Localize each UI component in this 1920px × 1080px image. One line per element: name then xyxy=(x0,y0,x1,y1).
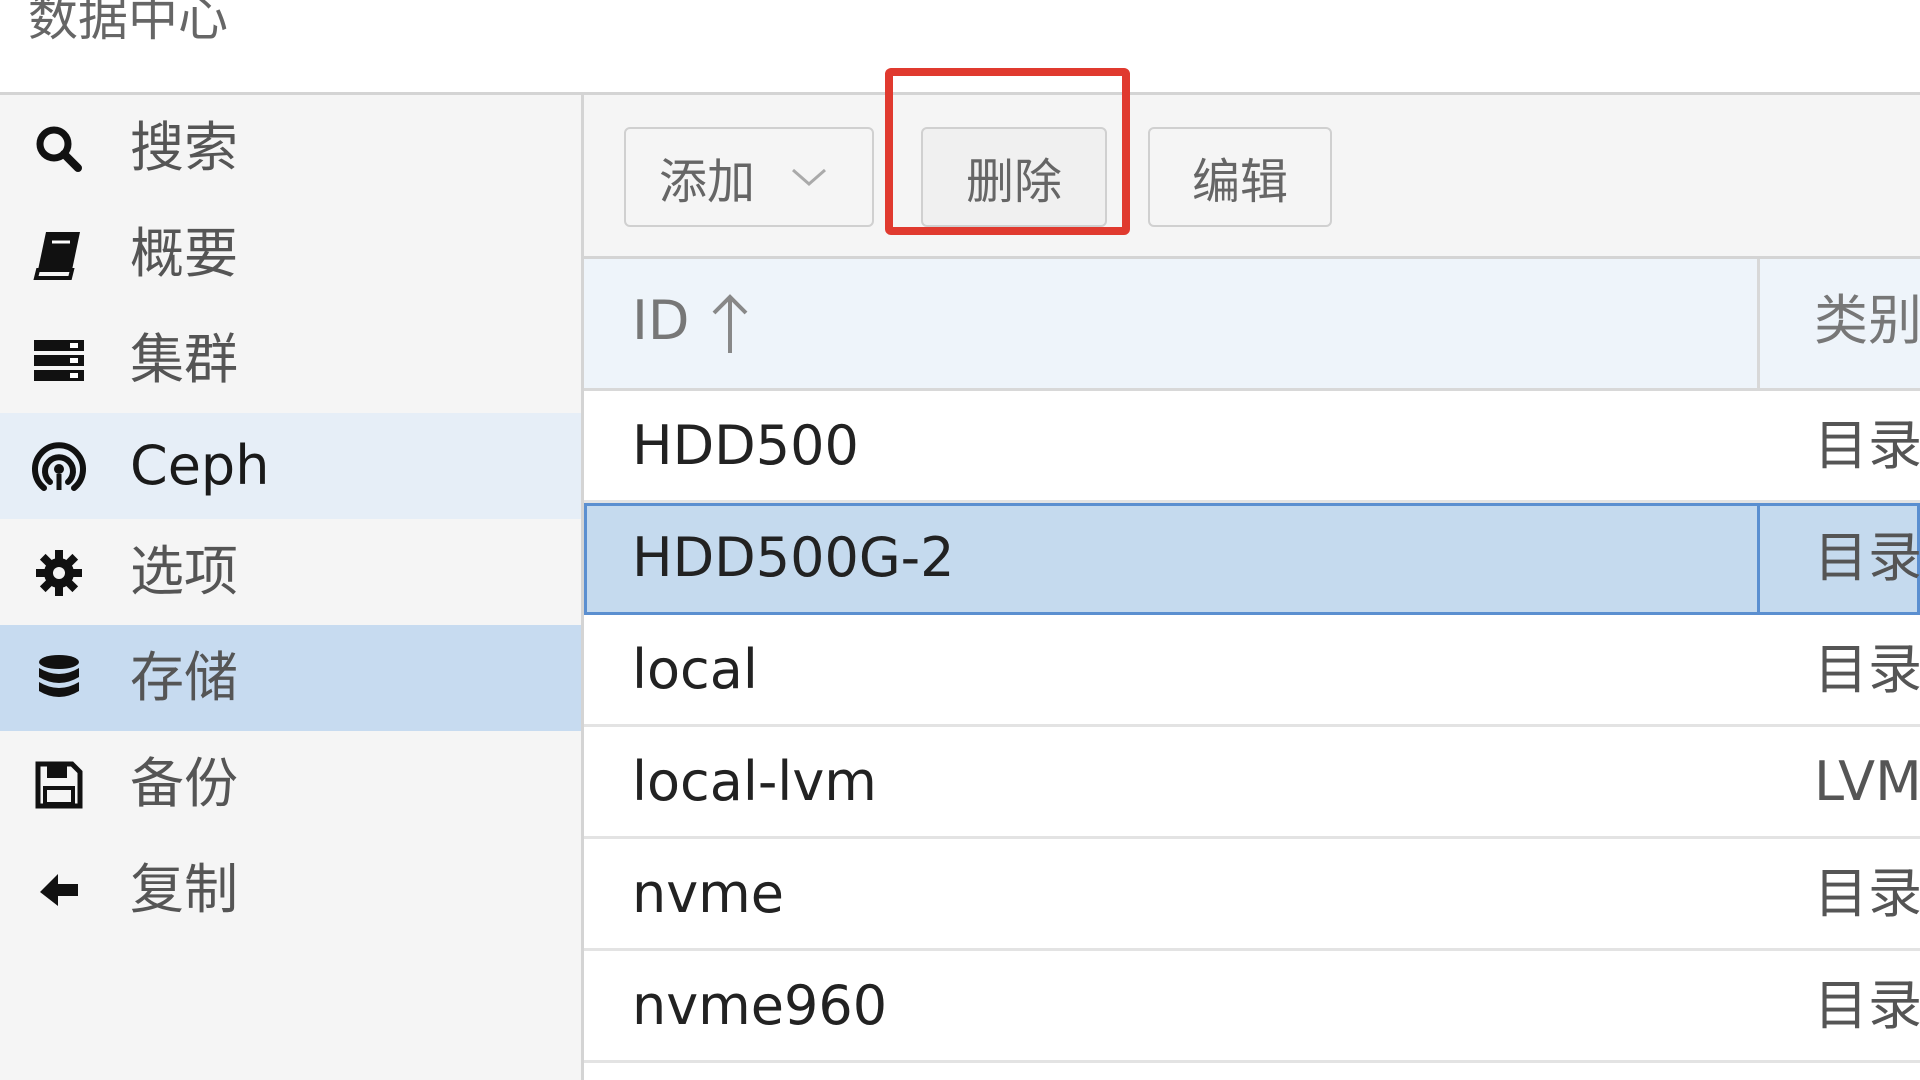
column-header-id-label: ID xyxy=(632,289,690,352)
database-icon xyxy=(30,650,88,708)
ceph-icon xyxy=(30,438,88,496)
column-header-id[interactable]: ID xyxy=(584,259,1760,388)
column-divider xyxy=(1757,503,1760,612)
gear-icon xyxy=(30,544,88,602)
sidebar-item-options[interactable]: 选项 xyxy=(0,519,581,625)
cell-type: 目录 xyxy=(1814,414,1920,477)
sidebar-item-replication[interactable]: 复制 xyxy=(0,837,581,943)
server-icon xyxy=(30,332,88,390)
main-panel: 添加 删除 编辑 ID 类别 HDD500 目录 HDD500G-2 目录 lo… xyxy=(584,68,1920,1080)
search-icon xyxy=(30,120,88,178)
edit-button[interactable]: 编辑 xyxy=(1148,127,1332,227)
grid-header: ID 类别 xyxy=(584,259,1920,391)
sidebar-item-label: 复制 xyxy=(130,858,238,921)
cell-id: local-lvm xyxy=(632,750,877,813)
cell-type: 目录 xyxy=(1814,638,1920,701)
sidebar-item-storage[interactable]: 存储 xyxy=(0,625,581,731)
sidebar-item-label: Ceph xyxy=(130,434,270,497)
sidebar-item-label: 选项 xyxy=(130,540,238,603)
cell-id: local xyxy=(632,638,758,701)
sidebar-item-cluster[interactable]: 集群 xyxy=(0,307,581,413)
book-icon xyxy=(30,226,88,284)
delete-button-label: 删除 xyxy=(965,154,1062,210)
sidebar: 搜索 概要 集群 Ceph 选项 存储 备份 复制 xyxy=(0,95,584,1080)
table-row[interactable]: local 目录 xyxy=(584,615,1920,727)
chevron-down-icon xyxy=(792,168,826,186)
cell-type: LVM xyxy=(1814,750,1920,813)
floppy-icon xyxy=(30,756,88,814)
cell-id: nvme xyxy=(632,862,785,925)
sidebar-item-search[interactable]: 搜索 xyxy=(0,95,581,201)
column-header-type[interactable]: 类别 xyxy=(1814,289,1920,353)
cell-type: 目录 xyxy=(1814,526,1920,589)
sort-ascending-icon xyxy=(712,294,748,353)
sidebar-item-ceph[interactable]: Ceph xyxy=(0,413,581,519)
cell-type: 目录 xyxy=(1814,862,1920,925)
storage-grid: ID 类别 HDD500 目录 HDD500G-2 目录 local 目录 lo… xyxy=(584,259,1920,1063)
sidebar-item-label: 搜索 xyxy=(130,116,238,179)
add-button[interactable]: 添加 xyxy=(624,127,874,227)
cell-type: 目录 xyxy=(1814,974,1920,1037)
sidebar-item-backup[interactable]: 备份 xyxy=(0,731,581,837)
cell-id: HDD500G-2 xyxy=(632,526,955,589)
table-row[interactable]: local-lvm LVM xyxy=(584,727,1920,839)
delete-button[interactable]: 删除 xyxy=(921,127,1107,227)
cell-id: nvme960 xyxy=(632,974,888,1037)
sidebar-item-label: 集群 xyxy=(130,328,238,391)
table-row[interactable]: HDD500 目录 xyxy=(584,391,1920,503)
toolbar: 添加 删除 编辑 xyxy=(584,68,1920,259)
cell-id: HDD500 xyxy=(632,414,859,477)
sidebar-item-label: 备份 xyxy=(130,752,238,815)
sidebar-item-label: 存储 xyxy=(130,646,238,709)
table-row[interactable]: nvme960 目录 xyxy=(584,951,1920,1063)
add-button-label: 添加 xyxy=(658,154,755,210)
sidebar-item-label: 概要 xyxy=(130,222,238,285)
page-title: 数据中心 xyxy=(28,0,228,47)
sidebar-item-summary[interactable]: 概要 xyxy=(0,201,581,307)
header-bar: 数据中心 xyxy=(0,0,1920,95)
table-row-selected[interactable]: HDD500G-2 目录 xyxy=(584,503,1920,615)
edit-button-label: 编辑 xyxy=(1191,154,1288,210)
table-row[interactable]: nvme 目录 xyxy=(584,839,1920,951)
replication-icon xyxy=(30,862,88,920)
app-window: 数据中心 搜索 概要 集群 Ceph 选项 存储 备份 复制 添加 删除 编辑 … xyxy=(0,0,1920,1080)
